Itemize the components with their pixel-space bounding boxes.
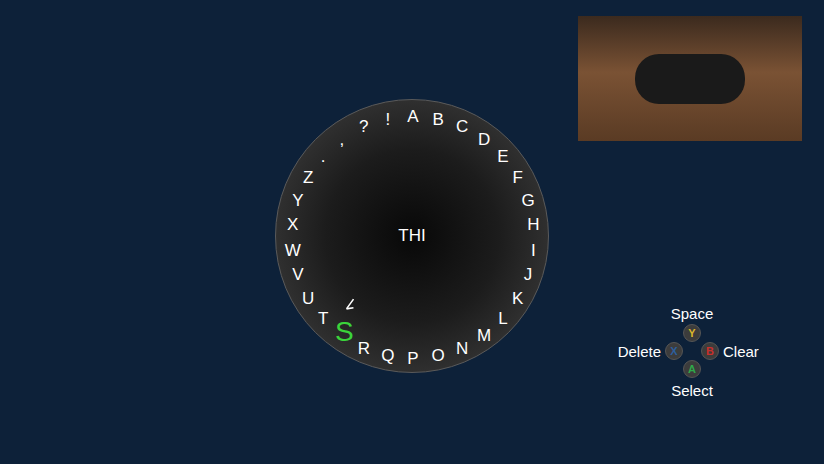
control-label: Space	[671, 306, 714, 321]
dial-character[interactable]: A	[407, 108, 418, 125]
dial-character[interactable]: C	[456, 118, 468, 135]
controller-picture	[635, 54, 745, 104]
dial-character[interactable]: .	[321, 148, 326, 165]
dial-character[interactable]: F	[513, 168, 523, 185]
dial-character[interactable]: Z	[303, 168, 313, 185]
controls-legend: Space Delete YXBA Clear Select	[600, 306, 784, 398]
controller-button[interactable]: B	[701, 342, 719, 360]
dial-character[interactable]: K	[512, 289, 523, 306]
dial-character[interactable]: U	[302, 289, 314, 306]
dial-character[interactable]: O	[432, 347, 445, 364]
controller-button[interactable]: X	[665, 342, 683, 360]
dial-character[interactable]: T	[318, 309, 328, 326]
dial-character[interactable]: N	[456, 339, 468, 356]
dial-character[interactable]: W	[285, 241, 301, 258]
character-dial[interactable]: THI ABCDEFGHIJKLMNOPQRSTUVWXYZ.,?!	[275, 99, 549, 373]
dial-character[interactable]: E	[497, 148, 508, 165]
pointer-icon	[339, 293, 361, 315]
control-label: Clear	[723, 344, 779, 359]
dial-character[interactable]: I	[531, 241, 536, 258]
controller-button[interactable]: Y	[683, 324, 701, 342]
dial-character[interactable]: X	[287, 216, 298, 233]
control-label: Delete	[605, 344, 661, 359]
dial-character[interactable]: B	[432, 110, 443, 127]
typed-text: THI	[398, 223, 425, 249]
dial-character[interactable]: G	[521, 191, 534, 208]
dial-character[interactable]: L	[498, 309, 507, 326]
dial-character[interactable]: P	[407, 350, 418, 367]
dial-character[interactable]: Y	[292, 191, 303, 208]
dial-character[interactable]: S	[335, 318, 354, 346]
dial-character[interactable]: H	[527, 216, 539, 233]
dial-character[interactable]: ,	[340, 131, 345, 148]
dial-character[interactable]: !	[385, 110, 390, 127]
dial-character[interactable]: Q	[381, 347, 394, 364]
dial-character[interactable]: ?	[359, 118, 368, 135]
controller-button[interactable]: A	[683, 360, 701, 378]
dial-character[interactable]: D	[478, 131, 490, 148]
dial-character[interactable]: R	[358, 339, 370, 356]
dial-character[interactable]: M	[477, 326, 491, 343]
dial-character[interactable]: V	[292, 266, 303, 283]
camera-feed	[578, 16, 802, 141]
dial-character[interactable]: J	[524, 266, 533, 283]
control-label: Select	[671, 383, 713, 398]
